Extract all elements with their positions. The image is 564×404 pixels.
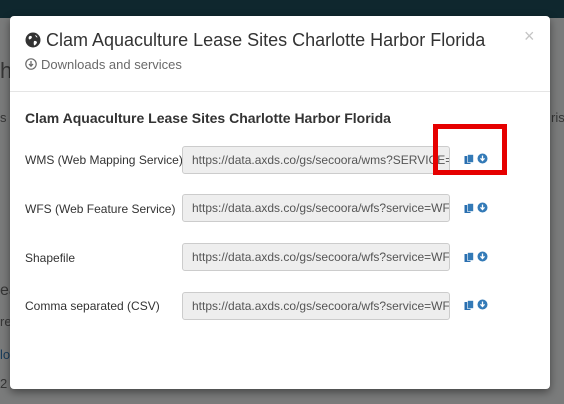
csv-url-field[interactable]: https://data.axds.co/gs/secoora/wfs?serv… [182,292,450,320]
download-circle-icon [25,58,37,70]
service-label-csv: Comma separated (CSV) [25,299,160,313]
modal-title: Clam Aquaculture Lease Sites Charlotte H… [46,30,486,50]
copy-clipboard-icon[interactable] [464,203,474,214]
copy-clipboard-icon[interactable] [464,252,474,263]
service-label-wfs: WFS (Web Feature Service) [25,202,176,216]
modal-subtitle: Downloads and services [41,57,182,72]
globe-icon [25,32,41,48]
download-circle-icon[interactable] [477,153,488,164]
section-title: Clam Aquaculture Lease Sites Charlotte H… [25,110,391,126]
shapefile-url-field[interactable]: https://data.axds.co/gs/secoora/wfs?serv… [182,243,450,271]
copy-clipboard-icon[interactable] [464,154,474,165]
modal-header: Clam Aquaculture Lease Sites Charlotte H… [10,16,550,92]
close-button[interactable]: × [524,26,535,46]
service-label-shapefile: Shapefile [25,251,76,265]
wms-url-field[interactable]: https://data.axds.co/gs/secoora/wms?SERV… [182,146,450,174]
service-label-wms: WMS (Web Mapping Service) [25,153,183,167]
download-circle-icon[interactable] [477,251,488,262]
download-circle-icon[interactable] [477,299,488,310]
download-circle-icon[interactable] [477,202,488,213]
wfs-url-field[interactable]: https://data.axds.co/gs/secoora/wfs?serv… [182,194,450,222]
downloads-modal: Clam Aquaculture Lease Sites Charlotte H… [10,16,550,389]
copy-clipboard-icon[interactable] [464,300,474,311]
